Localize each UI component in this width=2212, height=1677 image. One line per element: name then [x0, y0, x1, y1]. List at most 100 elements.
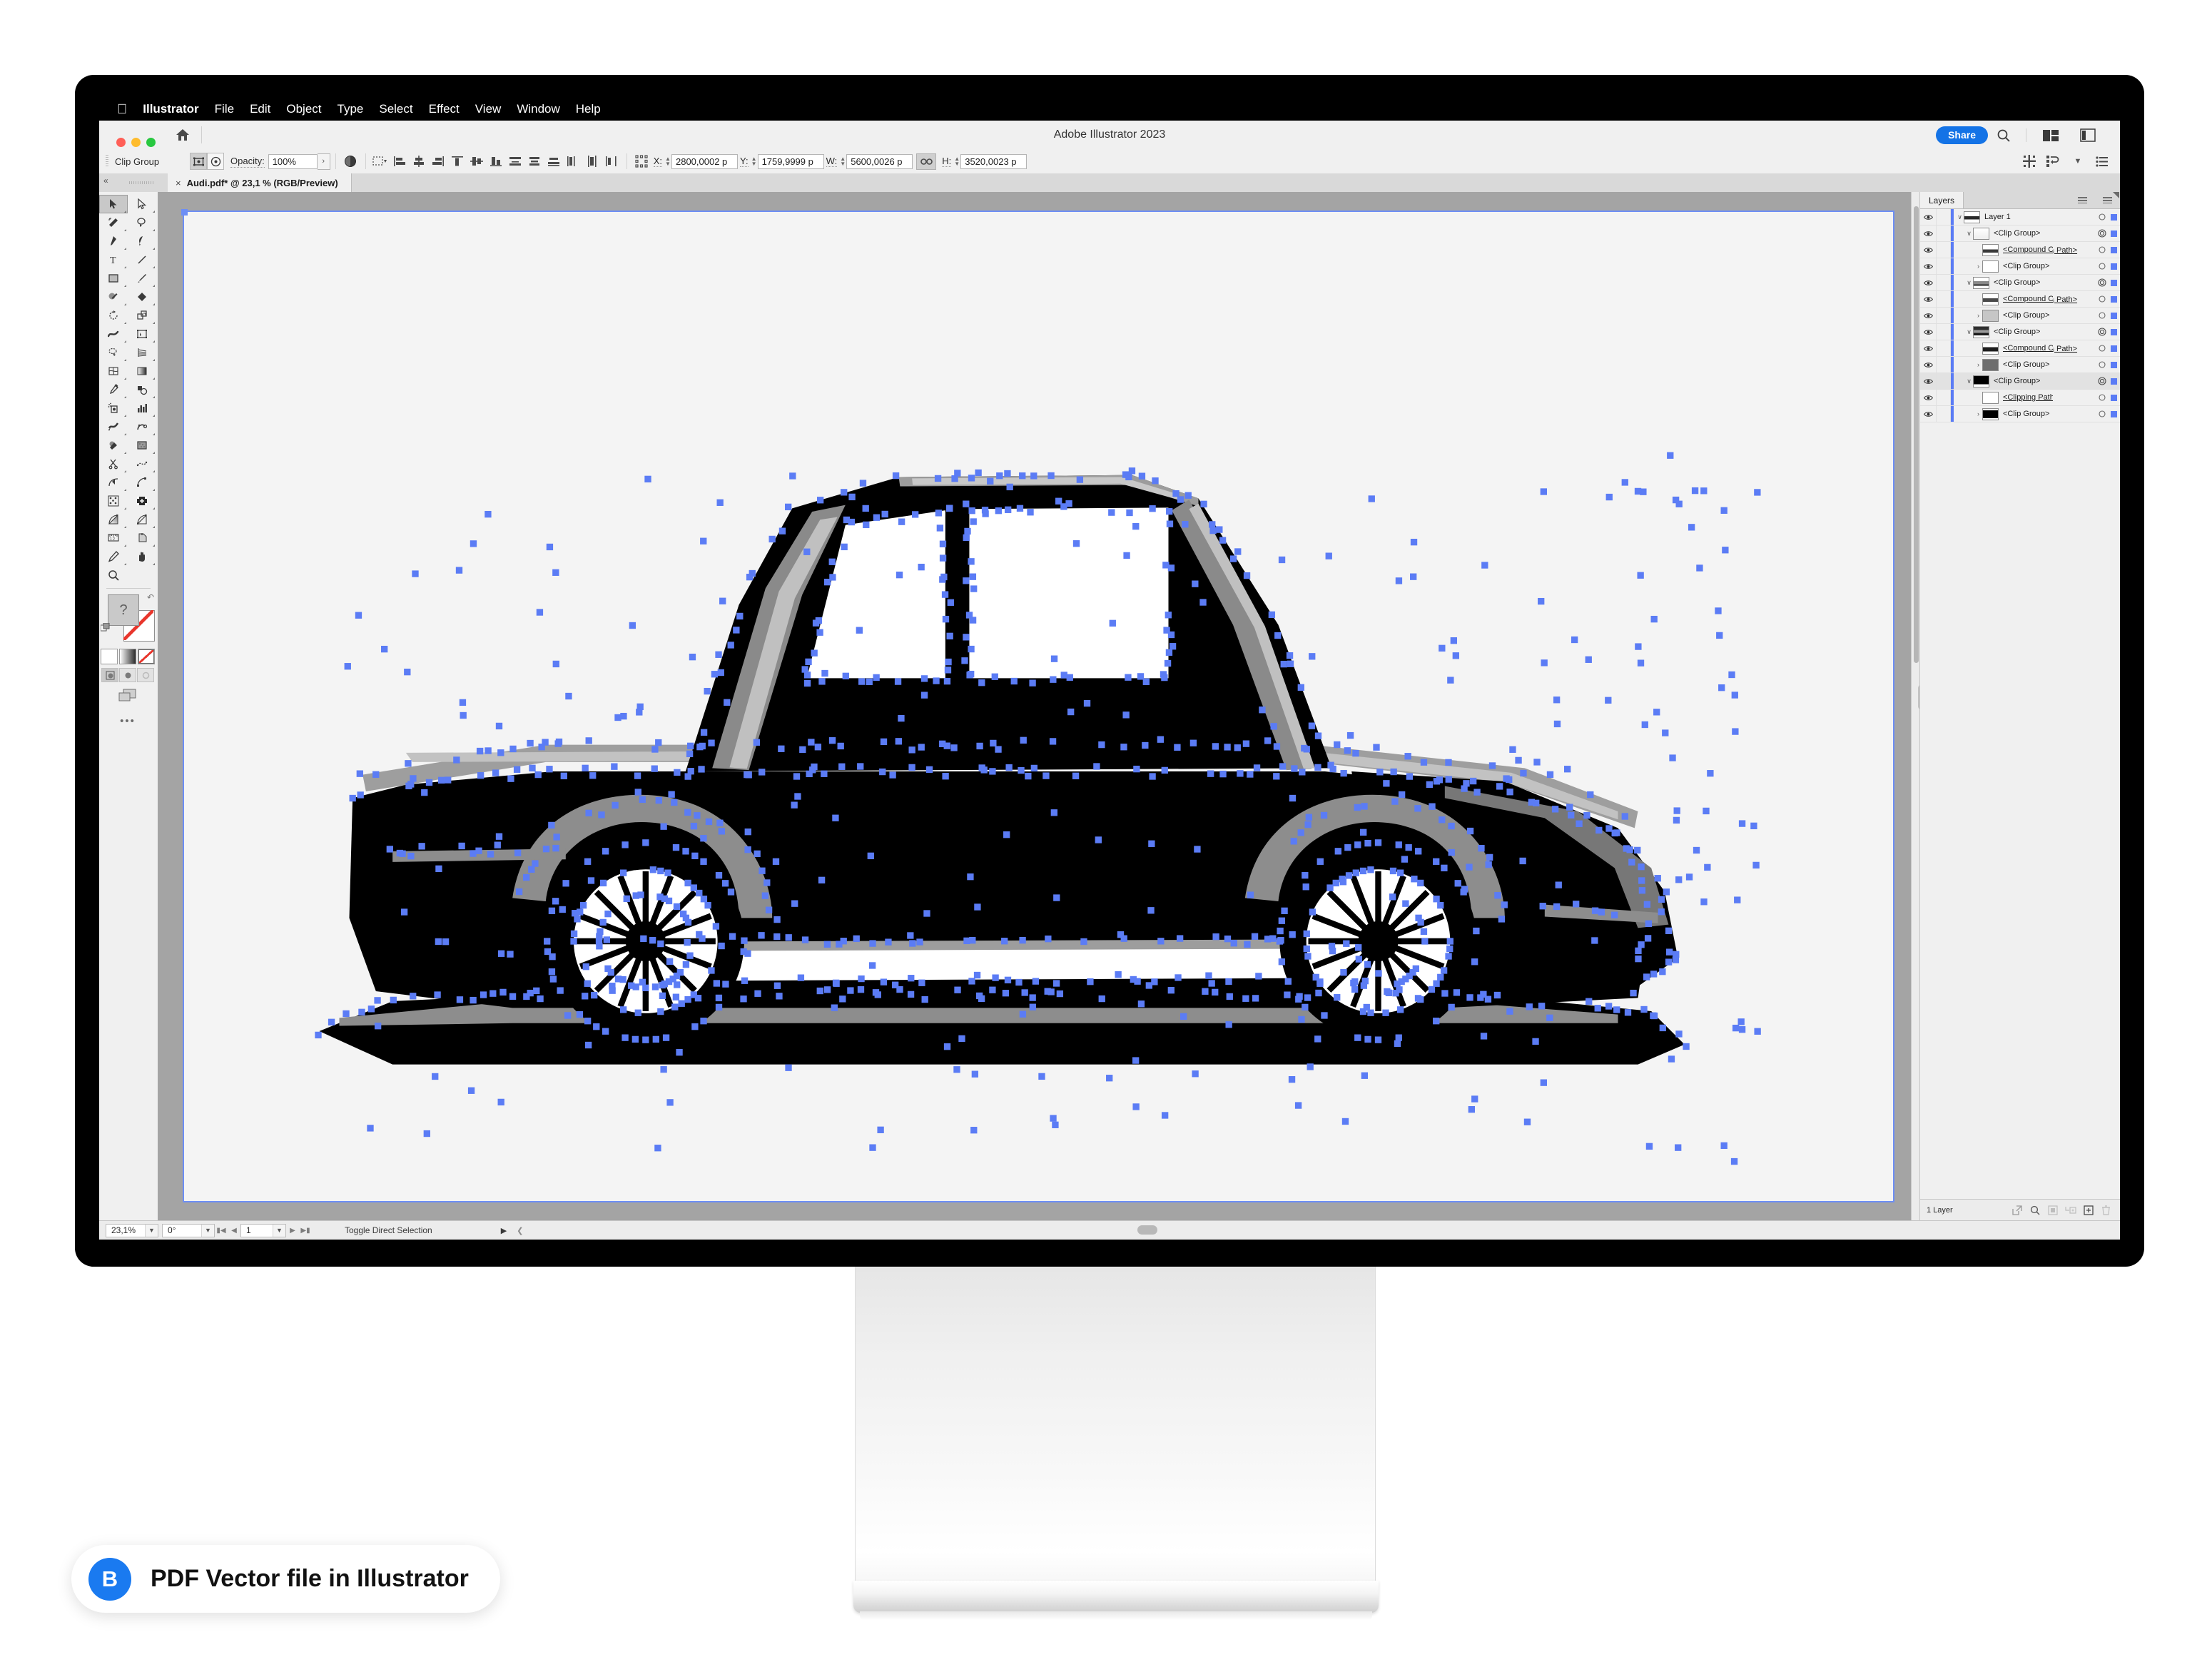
- select-similar-objects-button[interactable]: [190, 153, 207, 170]
- target-indicator-icon[interactable]: [2096, 311, 2108, 320]
- selection-square-indicator[interactable]: [2108, 213, 2120, 221]
- layer-row[interactable]: ∨ Layer 1: [1920, 209, 2120, 226]
- expand-collapse-icon[interactable]: ∨: [1965, 373, 1973, 389]
- layer-row[interactable]: › <Clip Group>: [1920, 258, 2120, 275]
- expand-collapse-icon[interactable]: ›: [1974, 258, 1982, 274]
- lock-toggle-cell[interactable]: [1937, 373, 1951, 389]
- layers-list[interactable]: ∨ Layer 1 ∨ <Clip Group> <Compound Clipping …: [1920, 209, 2120, 1199]
- layer-row[interactable]: <Clipping Path>: [1920, 390, 2120, 406]
- visibility-eye-icon[interactable]: [1920, 308, 1937, 323]
- rotation-control[interactable]: 0° ▼: [162, 1223, 215, 1237]
- delete-selection-icon[interactable]: [2097, 1203, 2115, 1217]
- visibility-eye-icon[interactable]: [1920, 324, 1937, 340]
- selection-square-indicator[interactable]: [2108, 230, 2120, 237]
- target-indicator-icon[interactable]: [2096, 393, 2108, 402]
- visibility-eye-icon[interactable]: [1920, 373, 1937, 389]
- delete-anchor-point-tool[interactable]: [128, 492, 156, 510]
- lock-toggle-cell[interactable]: [1937, 275, 1951, 290]
- expand-collapse-icon[interactable]: [1974, 390, 1982, 405]
- target-indicator-icon[interactable]: [2096, 360, 2108, 369]
- distribute-right-icon[interactable]: [604, 153, 620, 169]
- ruler-tool[interactable]: 1 2: [99, 529, 128, 547]
- scale-tool[interactable]: [128, 306, 156, 325]
- document-setup-icon[interactable]: [2094, 153, 2111, 169]
- layer-row[interactable]: <Compound Clipping Path>ⱼ Path>: [1920, 242, 2120, 258]
- align-bottom-icon[interactable]: [488, 153, 504, 169]
- hand-tool[interactable]: [128, 547, 156, 566]
- layer-name[interactable]: <Clip Group>: [1994, 278, 2053, 287]
- selection-square-indicator[interactable]: [2108, 361, 2120, 368]
- document-tab[interactable]: × Audi.pdf* @ 23,1 % (RGB/Preview): [168, 173, 352, 192]
- link-proportions-icon[interactable]: [916, 153, 937, 170]
- blend-tool[interactable]: [128, 380, 156, 399]
- layer-row[interactable]: <Compound Clipping Path>ⱼ Path>: [1920, 340, 2120, 357]
- previous-artboard-icon[interactable]: ◀: [228, 1225, 240, 1237]
- none-fill-button[interactable]: [138, 649, 155, 664]
- width-tool[interactable]: [99, 325, 128, 343]
- distribute-spacing-icon[interactable]: [2021, 153, 2038, 169]
- fill-swatch[interactable]: ?: [108, 594, 139, 626]
- menu-file[interactable]: File: [215, 102, 234, 116]
- align-options-icon[interactable]: [372, 153, 389, 169]
- smooth-tool[interactable]: [128, 455, 156, 473]
- draw-behind-button[interactable]: [119, 668, 136, 682]
- arrange-objects-icon[interactable]: [2045, 153, 2062, 169]
- expand-collapse-icon[interactable]: [1974, 340, 1982, 356]
- artboard-tool[interactable]: [99, 436, 128, 455]
- join-tool[interactable]: [99, 473, 128, 492]
- selection-square-indicator[interactable]: [2108, 345, 2120, 352]
- lock-toggle-cell[interactable]: [1937, 406, 1951, 422]
- zoom-tool[interactable]: [99, 566, 128, 584]
- visibility-eye-icon[interactable]: [1920, 258, 1937, 274]
- measure-tool[interactable]: [128, 473, 156, 492]
- selection-square-indicator[interactable]: [2108, 378, 2120, 385]
- menu-object[interactable]: Object: [286, 102, 321, 116]
- selection-square-indicator[interactable]: [2108, 295, 2120, 303]
- selection-square-indicator[interactable]: [2108, 312, 2120, 319]
- distribute-center-v-icon[interactable]: [527, 153, 543, 169]
- artboard-number-control[interactable]: 1 ▼: [240, 1223, 286, 1237]
- status-mode-menu-icon[interactable]: ▶: [501, 1226, 507, 1235]
- distribute-bottom-icon[interactable]: [546, 153, 562, 169]
- selection-square-indicator[interactable]: [2108, 279, 2120, 286]
- color-fill-button[interactable]: [101, 649, 118, 664]
- layer-name[interactable]: <Clip Group>: [2003, 410, 2053, 418]
- lock-toggle-cell[interactable]: [1937, 258, 1951, 274]
- edit-toolbar-icon[interactable]: •••: [99, 715, 156, 727]
- apple-logo-icon[interactable]: : [117, 103, 127, 116]
- visibility-eye-icon[interactable]: [1920, 340, 1937, 356]
- layer-row[interactable]: ∨ <Clip Group>: [1920, 324, 2120, 340]
- target-indicator-icon[interactable]: [2096, 229, 2108, 238]
- locate-object-icon[interactable]: [2008, 1203, 2026, 1217]
- distribute-top-icon[interactable]: [507, 153, 524, 169]
- perspective-grid-tool[interactable]: [128, 343, 156, 362]
- align-left-icon[interactable]: [392, 153, 408, 169]
- artboard-dropdown-icon[interactable]: ▼: [273, 1224, 285, 1237]
- layer-name[interactable]: <Compound Clipping Path>: [2003, 344, 2053, 353]
- visibility-eye-icon[interactable]: [1920, 357, 1937, 373]
- selection-square-indicator[interactable]: [2108, 394, 2120, 401]
- align-center-h-icon[interactable]: [411, 153, 427, 169]
- paintbrush-tool[interactable]: [128, 269, 156, 288]
- layer-name[interactable]: <Clip Group>: [1994, 229, 2053, 238]
- layer-name[interactable]: <Compound Clipping Path>: [2003, 295, 2053, 303]
- zoom-dropdown-icon[interactable]: ▼: [145, 1224, 158, 1237]
- expand-collapse-icon[interactable]: ∨: [1956, 209, 1964, 225]
- free-transform-tool[interactable]: [128, 325, 156, 343]
- next-artboard-icon[interactable]: ▶: [286, 1225, 299, 1237]
- change-screen-mode-icon[interactable]: [118, 689, 137, 706]
- crop-image-tool[interactable]: [128, 529, 156, 547]
- visibility-eye-icon[interactable]: [1920, 390, 1937, 405]
- layer-name[interactable]: <Clip Group>: [2003, 311, 2053, 320]
- lock-toggle-cell[interactable]: [1937, 308, 1951, 323]
- target-indicator-icon[interactable]: [2096, 245, 2108, 254]
- selection-square-indicator[interactable]: [2108, 246, 2120, 253]
- type-tool[interactable]: T: [99, 250, 128, 269]
- search-icon[interactable]: [2026, 1203, 2044, 1217]
- y-stepper[interactable]: ▲ ▼: [751, 154, 758, 168]
- layer-name[interactable]: <Clip Group>: [2003, 360, 2053, 369]
- eyedropper-tool[interactable]: [99, 380, 128, 399]
- align-top-icon[interactable]: [450, 153, 466, 169]
- opacity-input[interactable]: 100%: [268, 153, 318, 169]
- shaper-tool[interactable]: [99, 288, 128, 306]
